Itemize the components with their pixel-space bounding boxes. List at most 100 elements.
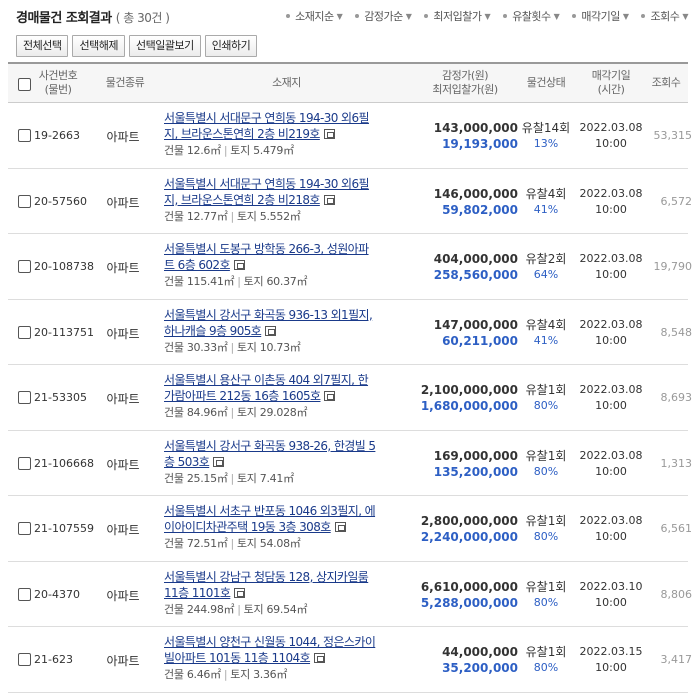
case-number: 20-108738	[34, 260, 94, 273]
min-bid-percent: 80%	[533, 464, 559, 478]
min-bid-percent: 13%	[533, 137, 559, 150]
sale-date: 2022.03.08	[579, 448, 643, 462]
area-info: 건물 25.15㎡ | 토지 7.41㎡	[164, 471, 294, 485]
status-cell: 유찰1회 80%	[516, 448, 576, 480]
status-cell: 유찰14회 13%	[516, 120, 576, 152]
photo-icon[interactable]	[265, 325, 277, 336]
sale-date: 2022.03.15	[579, 645, 643, 658]
sale-date-cell: 2022.03.08 10:00	[576, 120, 646, 152]
separator: |	[230, 209, 235, 223]
action-toolbar: 전체선택 선택해제 선택일괄보기 인쇄하기	[16, 35, 258, 57]
price-cell: 143,000,000 19,193,000	[410, 120, 518, 152]
photo-icon[interactable]	[323, 129, 335, 139]
row-checkbox[interactable]	[18, 194, 31, 208]
sale-time: 10:00	[595, 595, 627, 609]
header-views: 조회수	[651, 76, 681, 89]
min-bid-percent: 80%	[533, 399, 559, 412]
min-bid-price: 135,200,000	[433, 464, 518, 479]
sort-location[interactable]: 소재지순 ▼	[286, 8, 343, 24]
sort-views[interactable]: 조회수 ▼	[641, 8, 688, 24]
bullet-icon	[503, 14, 508, 18]
sort-min-bid[interactable]: 최저입찰가 ▼	[424, 8, 491, 24]
row-checkbox[interactable]	[18, 587, 31, 601]
status-cell: 유찰1회 80%	[516, 644, 576, 676]
row-checkbox[interactable]	[18, 653, 31, 666]
address-link[interactable]: 서울특별시 서초구 반포동 1046 외3필지, 에 이아이디차관주택 19동 3…	[164, 503, 409, 535]
row-checkbox[interactable]	[18, 522, 31, 535]
min-bid-percent: 41%	[533, 333, 559, 347]
sort-appraisal[interactable]: 감정가순 ▼	[355, 8, 412, 24]
view-count: 3,417	[660, 653, 693, 666]
row-checkbox[interactable]	[18, 260, 31, 273]
address-link[interactable]: 서울특별시 강남구 청담동 128, 상지카일룸 11층 1101호	[164, 569, 409, 601]
min-bid-price: 5,288,000,000	[420, 595, 518, 610]
table-row: 20-108738 아파트 서울특별시 도봉구 방학동 266-3, 성원아파 트…	[8, 234, 692, 300]
location-cell: 서울특별시 서대문구 연희동 194-30 외6필 지, 브라운스톤연희 2층 비…	[164, 176, 409, 224]
sale-date-cell: 2022.03.08 10:00	[576, 448, 646, 480]
property-type: 아파트	[106, 326, 140, 341]
print-button[interactable]: 인쇄하기	[204, 35, 258, 57]
min-bid-percent: 64%	[533, 268, 559, 281]
status-cell: 유찰1회 80%	[516, 382, 576, 414]
select-all-button[interactable]: 전체선택	[16, 35, 69, 57]
header-case[interactable]: 사건번호 (물번)	[32, 69, 84, 97]
area-info: 건물 244.98㎡ | 토지 69.54㎡	[164, 602, 308, 616]
price-cell: 404,000,000 258,560,000	[410, 251, 518, 283]
table-row: 21-53305 아파트 서울특별시 용산구 이촌동 404 외7필지, 한 가람…	[8, 365, 692, 431]
sale-date-cell: 2022.03.08 10:00	[576, 382, 646, 414]
row-checkbox[interactable]	[18, 325, 31, 339]
sale-date: 2022.03.08	[579, 317, 643, 331]
sale-date: 2022.03.08	[579, 252, 643, 265]
bullet-icon	[424, 14, 429, 18]
appraisal-price: 6,610,000,000	[420, 579, 518, 594]
photo-icon[interactable]	[334, 522, 346, 532]
sale-time: 10:00	[595, 333, 627, 347]
photo-icon[interactable]	[233, 260, 245, 270]
address-link[interactable]: 서울특별시 서대문구 연희동 194-30 외6필 지, 브라운스톤연희 2층 비…	[164, 176, 409, 208]
area-info: 건물 30.33㎡ | 토지 10.73㎡	[164, 340, 301, 354]
sale-time: 10:00	[595, 464, 627, 478]
sort-fail-count[interactable]: 유찰횟수 ▼	[503, 8, 560, 24]
photo-icon[interactable]	[314, 653, 326, 663]
view-selected-button[interactable]: 선택일괄보기	[128, 35, 201, 57]
sort-sale-date[interactable]: 매각기일 ▼	[572, 8, 629, 24]
view-count: 8,693	[660, 391, 693, 404]
address-link[interactable]: 서울특별시 양천구 신월동 1044, 정은스카이 빌아파트 101동 11층 1…	[164, 634, 409, 666]
sort-caret-icon: ▼	[405, 11, 412, 21]
appraisal-price: 147,000,000	[433, 317, 518, 332]
separator: |	[237, 275, 241, 288]
address-link[interactable]: 서울특별시 강서구 화곡동 938-26, 한경빌 5층 503호	[164, 438, 409, 470]
sort-caret-icon: ▼	[622, 11, 629, 21]
photo-icon[interactable]	[234, 587, 246, 598]
row-checkbox[interactable]	[18, 391, 31, 404]
sale-date-cell: 2022.03.15 10:00	[576, 644, 646, 676]
view-count: 19,790	[653, 260, 693, 273]
view-count: 8,548	[660, 325, 693, 339]
header-price: 감정가(원) 최저입찰가(원)	[432, 69, 498, 96]
deselect-button[interactable]: 선택해제	[72, 35, 125, 57]
status-cell: 유찰1회 80%	[516, 513, 576, 545]
sort-caret-icon: ▼	[682, 11, 688, 21]
view-count: 53,315	[653, 129, 693, 142]
address-link[interactable]: 서울특별시 강서구 화곡동 936-13 외1필지, 하나캐슬 9층 905호	[164, 307, 409, 339]
select-all-checkbox[interactable]	[18, 78, 31, 91]
photo-icon[interactable]	[323, 194, 335, 205]
results-header: 경매물건 조회결과( 총 30건 ) 소재지순 ▼ 감정가순 ▼ 최저입찰가 ▼ 유찰…	[0, 0, 700, 32]
price-cell: 6,610,000,000 5,288,000,000	[410, 579, 518, 611]
case-number: 21-107559	[34, 522, 94, 535]
area-info: 건물 84.96㎡ | 토지 29.028㎡	[164, 406, 308, 419]
address-link[interactable]: 서울특별시 용산구 이촌동 404 외7필지, 한 가람아파트 212동 16층 …	[164, 372, 409, 404]
table-row: 21-107559 아파트 서울특별시 서초구 반포동 1046 외3필지, 에…	[8, 496, 692, 562]
sale-date: 2022.03.08	[579, 514, 643, 527]
address-link[interactable]: 서울특별시 서대문구 연희동 194-30 외6필 지, 브라운스톤연희 2층 비…	[164, 110, 409, 142]
table-body: 19-2663 아파트 서울특별시 서대문구 연희동 194-30 외6필 지, …	[8, 103, 692, 693]
photo-icon[interactable]	[213, 456, 225, 467]
photo-icon[interactable]	[324, 391, 336, 401]
page-title: 경매물건 조회결과( 총 30건 )	[16, 11, 170, 26]
property-type: 아파트	[106, 588, 140, 603]
price-cell: 44,000,000 35,200,000	[410, 644, 518, 676]
row-checkbox[interactable]	[18, 456, 31, 470]
min-bid-percent: 80%	[533, 595, 559, 609]
address-link[interactable]: 서울특별시 도봉구 방학동 266-3, 성원아파 트 6층 602호	[164, 241, 409, 273]
row-checkbox[interactable]	[18, 129, 31, 142]
